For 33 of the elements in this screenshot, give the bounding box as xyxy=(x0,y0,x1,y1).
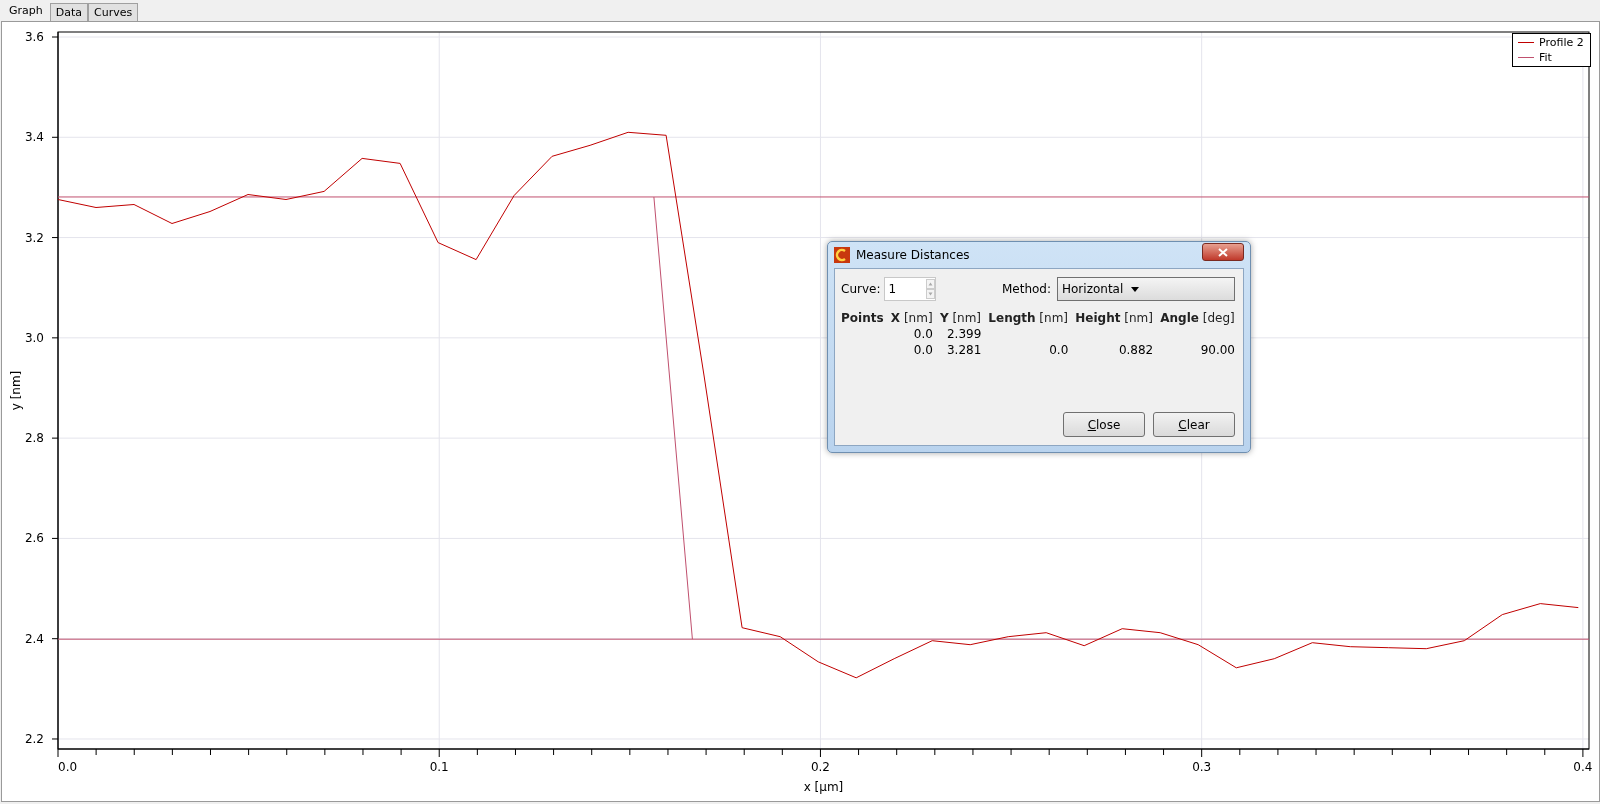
tick-label: 2.6 xyxy=(24,531,44,546)
tick-label: 2.4 xyxy=(24,631,44,646)
table-cell-text: 2.399 xyxy=(946,327,982,341)
column-header: Y [nm] xyxy=(939,311,982,325)
axis-label: y [nm] xyxy=(9,370,23,411)
tick-label: 3.4 xyxy=(24,130,44,145)
tick-label: 3.6 xyxy=(24,30,44,44)
tick-label: 0.1 xyxy=(429,760,449,774)
column-header: Height [nm] xyxy=(1075,311,1154,325)
column-header: Length [nm] xyxy=(988,311,1069,325)
legend-label: Profile 2 xyxy=(1539,36,1584,49)
tick-label: 2.2 xyxy=(24,731,44,746)
tick-label: 2.8 xyxy=(24,431,44,446)
tick-label: 0.3 xyxy=(1192,760,1212,774)
column-header: X [nm] xyxy=(890,311,933,325)
column-header: Points xyxy=(841,311,884,325)
field-label: Curve: xyxy=(841,282,881,296)
table-cell-text: 0.0 xyxy=(1048,343,1069,357)
tick-label: 0.4 xyxy=(1573,760,1593,774)
field-label: Method: xyxy=(1001,282,1051,296)
tick-label: 3.0 xyxy=(24,330,44,345)
table-cell-text: 0.882 xyxy=(1117,343,1154,357)
table-cell-text: 3.281 xyxy=(946,343,982,357)
column-header: Angle [deg] xyxy=(1160,311,1235,325)
tick-label: 0.2 xyxy=(810,760,830,774)
table-cell-text: 0.0 xyxy=(912,343,933,357)
axis-label: x [µm] xyxy=(803,780,844,794)
table-cell-text: 90.00 xyxy=(1199,343,1235,357)
legend-label: Fit xyxy=(1539,51,1552,64)
tick-label: 3.2 xyxy=(24,230,44,245)
dialog-title: Measure Distances xyxy=(856,248,971,262)
tick-label: 0.0 xyxy=(58,760,78,774)
table-cell-text: 0.0 xyxy=(912,327,933,341)
